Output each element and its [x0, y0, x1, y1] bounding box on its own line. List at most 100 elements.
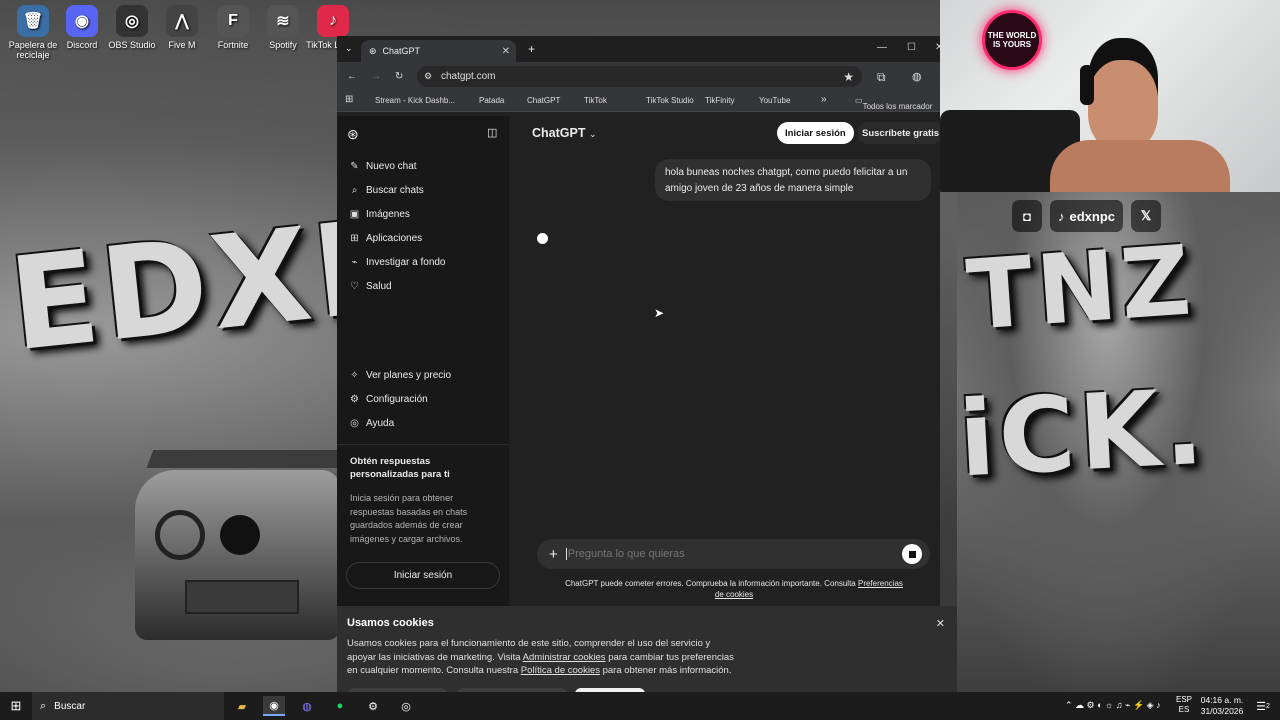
cookie-text: Usamos cookies para el funcionamiento de…: [347, 637, 734, 678]
desktop-app-icon: ♪: [317, 5, 349, 37]
maximize-icon[interactable]: ☐: [907, 42, 916, 53]
chatgpt-sidebar: ⊛ ◫ ✎ Nuevo chat ⌕ Buscar chats ▣ Imágenes ⊞ Ap…: [337, 116, 509, 606]
bookmark-item[interactable]: ChatGPT: [527, 96, 560, 105]
bookmark-item[interactable]: Stream - Kick Dashb...: [375, 96, 455, 105]
all-bookmarks[interactable]: ▭ Todos los marcador: [855, 96, 932, 111]
sidebar-item-label: Investigar a fondo: [366, 257, 446, 268]
sidebar-item[interactable]: ♡ Salud: [349, 281, 392, 292]
divider: [337, 444, 509, 445]
nav-icon: ✧: [350, 370, 359, 381]
bookmark-item[interactable]: YouTube: [759, 96, 790, 105]
language-indicator[interactable]: ESP ES: [1176, 695, 1192, 715]
chrome-taskbar-icon[interactable]: ◉: [263, 696, 285, 716]
desktop-app-icon: ◉: [66, 5, 98, 37]
login-button[interactable]: Iniciar sesión: [777, 122, 854, 144]
cookie-line-2: apoyar las iniciativas de marketing. Vis…: [347, 651, 521, 663]
car-spoiler: [146, 450, 344, 468]
desktop-app-icon: ◎: [116, 5, 148, 37]
sidebar-item-label: Ayuda: [366, 418, 395, 429]
obs-taskbar-icon[interactable]: ◎: [395, 696, 417, 716]
reload-icon[interactable]: ↻: [395, 71, 403, 82]
streamer-face: [1088, 60, 1158, 150]
spotify-taskbar-icon[interactable]: ●: [329, 696, 351, 716]
apps-icon[interactable]: ⊞: [345, 94, 353, 105]
nav-icon: ⌕: [351, 185, 358, 196]
taskbar-search[interactable]: ⌕ Buscar: [32, 692, 224, 720]
file-explorer-icon[interactable]: ▰: [231, 696, 253, 716]
cookie-policy-link[interactable]: Política de cookies: [521, 665, 600, 676]
new-tab-icon[interactable]: +: [528, 42, 535, 56]
cookie-close-icon[interactable]: ✕: [936, 617, 945, 630]
lang-primary: ESP: [1176, 695, 1193, 704]
taskbar: ⊞ ⌕ Buscar ▰ ◉ ◍ ● ⚙ ◎ ⌃ ☁ ⚙ ◐ ☼ ♫ ⌁ ⚡ ◈…: [0, 692, 1280, 720]
model-name: ChatGPT: [532, 126, 586, 140]
neon-sign: THE WORLD IS YOURS: [982, 10, 1042, 70]
cookie-line-2b: para cambiar tus preferencias: [608, 651, 734, 663]
url-field[interactable]: ⚙ chatgpt.com ★: [417, 66, 862, 87]
star-icon[interactable]: ★: [843, 70, 854, 84]
promo-body: Inicia sesión para obtener respuestas ba…: [350, 493, 468, 544]
bookmark-item[interactable]: Patada: [479, 96, 504, 105]
sidebar-item[interactable]: ⌕ Buscar chats: [349, 185, 424, 196]
nav-icon: ⊞: [350, 233, 359, 244]
settings-taskbar-icon[interactable]: ⚙: [362, 696, 384, 716]
sidebar-item[interactable]: ⌁ Investigar a fondo: [349, 257, 446, 268]
sidebar-item[interactable]: ⚙ Configuración: [349, 394, 428, 405]
car-image: [135, 470, 340, 640]
clock[interactable]: 04:16 a. m. 31/03/2026: [1199, 695, 1245, 717]
sidebar-item[interactable]: ⊞ Aplicaciones: [349, 233, 422, 244]
clock-time: 04:16 a. m.: [1200, 695, 1244, 705]
bookmark-item[interactable]: TikTok: [584, 96, 607, 105]
nav-icon: ✎: [350, 161, 359, 172]
lang-secondary: ES: [1178, 705, 1190, 714]
tab-search-icon[interactable]: ⌄: [345, 43, 353, 54]
forward-icon: →: [371, 70, 381, 82]
browser-window: ⌄ ⊛ ChatGPT ✕ + — ☐ ✕ ← → ↻ ⚙ chatgpt.co…: [337, 36, 940, 606]
sidebar-item-label: Aplicaciones: [366, 233, 423, 244]
tiktok-icon: ♪: [1058, 208, 1065, 224]
nav-icon: ▣: [349, 209, 360, 220]
more-bookmarks-icon[interactable]: »: [821, 94, 827, 105]
search-icon: ⌕: [40, 699, 47, 712]
all-bookmarks-label: Todos los marcador: [862, 102, 933, 111]
sidebar-item-label: Imágenes: [366, 209, 410, 220]
sidebar-item[interactable]: ✧ Ver planes y precio: [349, 370, 451, 381]
url-text: chatgpt.com: [441, 71, 496, 82]
site-info-icon[interactable]: ⚙: [424, 71, 432, 82]
tray-icons[interactable]: ⌃ ☁ ⚙ ◐ ☼ ♫ ⌁ ⚡ ◈ ♪: [1065, 700, 1161, 711]
tab-chatgpt[interactable]: ⊛ ChatGPT ✕: [361, 40, 516, 62]
bookmark-item[interactable]: TikTok Studio: [646, 96, 694, 105]
promo-title: Obtén respuestas personalizadas para ti: [350, 456, 450, 480]
plus-icon[interactable]: +: [549, 546, 558, 563]
prompt-input[interactable]: [565, 548, 886, 560]
manage-cookies-link[interactable]: Administrar cookies: [523, 652, 606, 663]
minimize-icon[interactable]: —: [877, 42, 887, 53]
nav-icon: ⚙: [350, 394, 359, 405]
close-tab-icon[interactable]: ✕: [502, 46, 510, 57]
bookmark-item[interactable]: TikFinity: [705, 96, 734, 105]
notification-count: 2: [1265, 702, 1270, 710]
clock-date: 31/03/2026: [1200, 706, 1244, 716]
sidebar-login-button[interactable]: Iniciar sesión: [346, 562, 500, 589]
notification-icon[interactable]: ☰ 2: [1252, 696, 1274, 716]
tiktok-handle: ♪ edxnpc: [1050, 200, 1124, 232]
sidebar-item-label: Nuevo chat: [366, 161, 417, 172]
sidebar-item[interactable]: ✎ Nuevo chat: [349, 161, 417, 172]
stop-icon: [908, 550, 916, 558]
stop-button[interactable]: [902, 544, 922, 564]
stream-overlay-panel: TNZ iCK.: [957, 192, 1280, 692]
cookie-banner: Usamos cookies ✕ Usamos cookies para el …: [337, 606, 957, 700]
sidebar-toggle-icon[interactable]: ◫: [487, 126, 497, 139]
model-selector[interactable]: ChatGPT ⌄: [532, 126, 597, 140]
profile-icon[interactable]: ◍: [912, 70, 922, 83]
sidebar-item[interactable]: ▣ Imágenes: [349, 209, 410, 220]
openai-logo-icon[interactable]: ⊛: [347, 126, 359, 143]
app-taskbar-icon-1[interactable]: ◍: [296, 696, 318, 716]
tiktok-username: edxnpc: [1069, 208, 1116, 224]
sidebar-item[interactable]: ◎ Ayuda: [349, 418, 394, 429]
graffiti-right-1: TNZ: [963, 224, 1199, 352]
windows-start-icon[interactable]: ⊞: [5, 696, 27, 716]
signup-button[interactable]: Suscríbete gratis: [857, 122, 940, 144]
back-icon[interactable]: ←: [347, 71, 357, 82]
extensions-icon[interactable]: ⧉: [877, 70, 886, 85]
